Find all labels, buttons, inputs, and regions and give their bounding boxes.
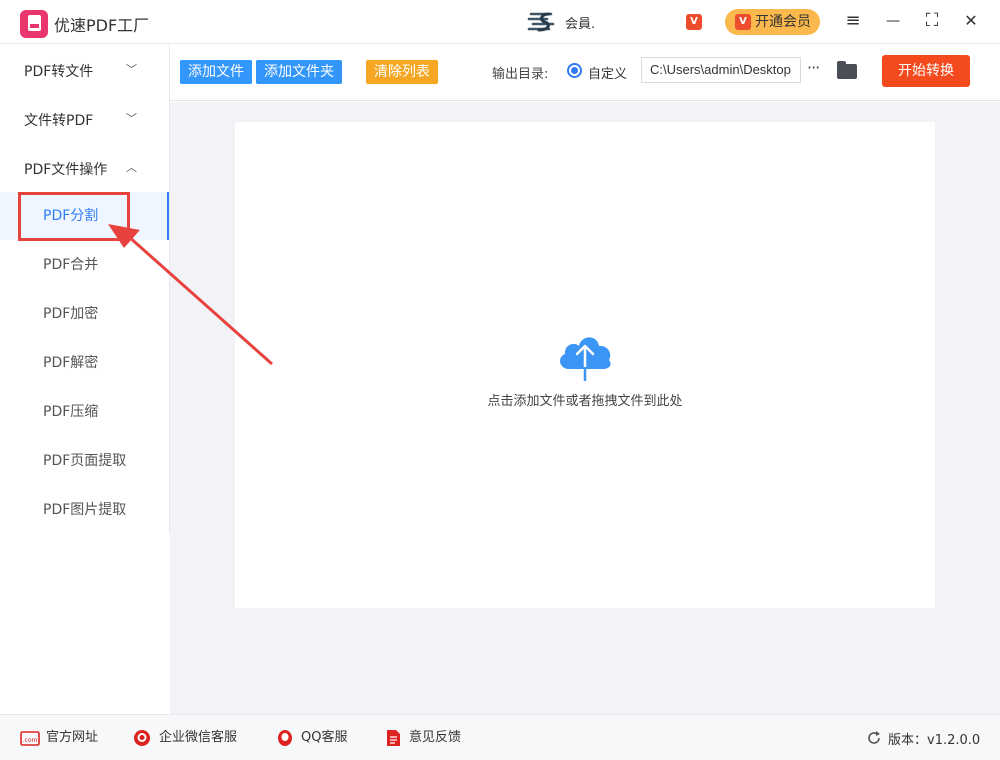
menu-icon[interactable]: ≡ [842,10,864,32]
sidebar: PDF转文件 ﹀ 文件转PDF ﹀ PDF文件操作 ︿ PDF分割 PDF合并 … [0,44,170,714]
app-title: 优速PDF工厂 [54,16,150,35]
open-vip-button[interactable]: V 开通会员 [725,9,820,35]
add-folder-button[interactable]: 添加文件夹 [256,60,342,84]
sidebar-item-pdf-compress[interactable]: PDF压缩 [0,388,170,436]
toolbar: 添加文件 添加文件夹 清除列表 输出目录: 自定义 C:\Users\admin… [170,44,1000,101]
feedback-link-label: 意见反馈 [409,730,462,745]
feedback-link[interactable]: 意见反馈 [383,729,461,749]
vip-icon: V [735,14,751,30]
website-link[interactable]: .com 官方网址 [20,729,98,749]
sidebar-item-pdf-page-extract[interactable]: PDF页面提取 [0,437,170,485]
main-area: 点击添加文件或者拖拽文件到此处 [170,102,1000,714]
svg-text:.com: .com [23,737,38,744]
sidebar-group-pdf-operations[interactable]: PDF文件操作 ︿ [24,159,137,179]
sidebar-item-pdf-decrypt[interactable]: PDF解密 [0,339,170,387]
feedback-icon [387,730,400,746]
custom-radio[interactable] [567,63,582,78]
qq-service-link[interactable]: QQ客服 [275,729,347,749]
website-icon: .com [20,731,40,746]
app-logo-icon [20,10,48,38]
vip-badge-icon[interactable]: V [686,14,702,30]
sidebar-group-label: 文件转PDF [24,113,94,129]
drop-hint-text: 点击添加文件或者拖拽文件到此处 [487,394,683,409]
vip-button-label: 开通会员 [755,14,811,30]
chevron-down-icon: ﹀ [126,63,137,76]
qq-icon [278,730,292,746]
title-bar: 优速PDF工厂 会員. V V 开通会员 ≡ — ⛶ ✕ [0,0,1000,44]
user-name[interactable]: 会員. [565,13,595,32]
more-options-button[interactable]: ··· [807,58,820,77]
sidebar-item-pdf-merge[interactable]: PDF合并 [0,241,170,289]
website-link-label: 官方网址 [46,730,99,745]
sidebar-group-label: PDF文件操作 [24,162,108,178]
cloud-upload-icon [560,337,611,381]
clear-list-button[interactable]: 清除列表 [366,60,438,84]
chevron-up-icon: ︿ [126,161,137,174]
folder-icon[interactable] [837,61,857,79]
minimize-icon[interactable]: — [882,10,904,32]
sidebar-group-file-to-pdf[interactable]: 文件转PDF ﹀ [24,110,137,130]
output-directory-label: 输出目录: [492,67,549,82]
add-file-button[interactable]: 添加文件 [180,60,252,84]
custom-radio-label[interactable]: 自定义 [588,63,627,82]
start-convert-button[interactable]: 开始转换 [882,55,970,87]
maximize-icon[interactable]: ⛶ [921,10,943,32]
chevron-down-icon: ﹀ [126,112,137,125]
version-info[interactable]: 版本：v1.2.0.0 [866,729,980,748]
wechat-icon [134,730,150,746]
wechat-service-link[interactable]: 企业微信客服 [133,729,237,749]
footer: .com 官方网址 企业微信客服 QQ客服 意见反馈 版本：v1.2.0.0 [0,714,1000,760]
sidebar-group-pdf-to-file[interactable]: PDF转文件 ﹀ [24,61,137,81]
user-avatar-icon[interactable] [527,11,557,33]
qq-service-label: QQ客服 [301,730,348,745]
sidebar-item-pdf-encrypt[interactable]: PDF加密 [0,290,170,338]
output-path-input[interactable]: C:\Users\admin\Desktop [641,57,801,83]
sidebar-group-label: PDF转文件 [24,64,94,80]
refresh-icon [868,731,880,744]
version-label: 版本：v1.2.0.0 [888,733,981,748]
sidebar-item-pdf-image-extract[interactable]: PDF图片提取 [0,486,170,534]
annotation-highlight-box [18,192,130,241]
close-icon[interactable]: ✕ [960,10,982,32]
wechat-service-label: 企业微信客服 [159,730,238,745]
file-drop-zone[interactable]: 点击添加文件或者拖拽文件到此处 [235,122,935,608]
